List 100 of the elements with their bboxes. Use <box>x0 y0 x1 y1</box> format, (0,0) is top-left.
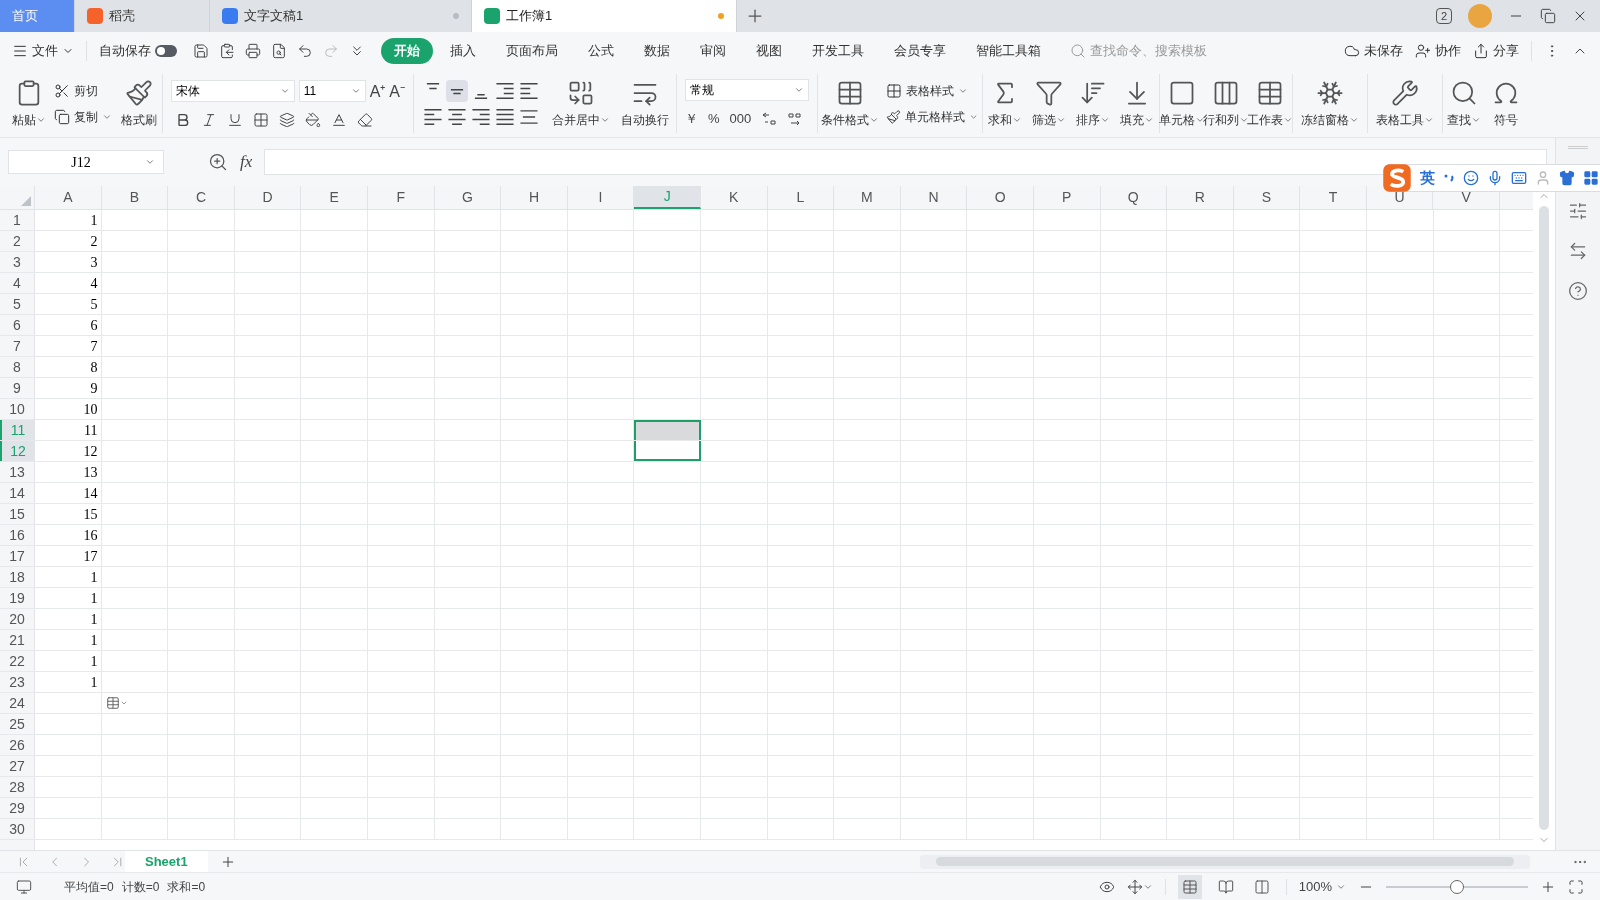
help-icon[interactable] <box>1568 281 1588 301</box>
row-header[interactable]: 28 <box>0 777 35 797</box>
row-header[interactable]: 5 <box>0 294 35 314</box>
table-cell[interactable]: 13 <box>35 462 102 482</box>
ribbon-tool-button[interactable]: 工作表 <box>1248 70 1292 137</box>
row-header[interactable]: 20 <box>0 609 35 629</box>
column-header[interactable]: H <box>501 186 568 209</box>
punctuation-icon[interactable] <box>1443 172 1455 184</box>
bold-icon[interactable] <box>175 111 191 128</box>
zoom-slider-thumb[interactable] <box>1450 879 1464 894</box>
column-header[interactable]: R <box>1167 186 1234 209</box>
function-button[interactable]: fx <box>240 149 253 175</box>
row-header[interactable]: 19 <box>0 588 35 608</box>
fullscreen-icon[interactable] <box>1568 878 1584 895</box>
undo-icon[interactable] <box>297 43 313 59</box>
align-middle-icon[interactable] <box>446 79 468 102</box>
merge-center-button[interactable]: 合并居中 <box>548 70 614 137</box>
number-format-button[interactable]: ￥ <box>685 108 698 129</box>
row-header[interactable]: 7 <box>0 336 35 356</box>
ime-logo-icon[interactable] <box>1382 163 1412 193</box>
quick-analysis-icon[interactable] <box>105 696 128 710</box>
table-cell[interactable]: 1 <box>35 588 102 608</box>
microphone-icon[interactable] <box>1487 170 1503 186</box>
column-header[interactable]: T <box>1300 186 1367 209</box>
header-action[interactable]: 分享 <box>1473 41 1519 61</box>
name-box[interactable]: J12 <box>8 150 164 174</box>
column-header[interactable]: E <box>301 186 368 209</box>
shirt-icon[interactable] <box>1559 170 1575 186</box>
ribbon-tool-button[interactable]: 冻结窗格 <box>1293 70 1367 137</box>
table-cell[interactable]: 6 <box>35 315 102 335</box>
zoom-select[interactable]: 100% <box>1298 876 1346 897</box>
emoji-icon[interactable] <box>1463 170 1479 186</box>
font-size-step-button[interactable]: A⁺ <box>369 79 386 104</box>
column-header[interactable]: B <box>101 186 169 209</box>
row-header[interactable]: 18 <box>0 567 35 587</box>
row-header[interactable]: 4 <box>0 273 35 293</box>
table-cell[interactable]: 2 <box>35 231 102 251</box>
column-header[interactable]: C <box>168 186 235 209</box>
column-header[interactable]: D <box>234 186 302 209</box>
ribbon-tab[interactable]: 智能工具箱 <box>963 38 1054 64</box>
table-cell[interactable]: 10 <box>35 399 102 419</box>
font-select[interactable]: 宋体 <box>171 79 295 102</box>
ribbon-tab[interactable]: 数据 <box>631 38 683 64</box>
table-cell[interactable]: 5 <box>35 294 102 314</box>
font-color-icon[interactable] <box>331 111 347 128</box>
paste-button[interactable]: 粘贴 <box>8 70 50 137</box>
row-header[interactable]: 6 <box>0 315 35 335</box>
print-preview-icon[interactable] <box>271 43 287 59</box>
row-header[interactable]: 24 <box>0 693 35 713</box>
table-cell[interactable]: 17 <box>35 546 102 566</box>
table-cell[interactable]: 8 <box>35 357 102 377</box>
decrease-decimal-icon[interactable] <box>787 110 804 127</box>
table-cell[interactable]: 7 <box>35 336 102 356</box>
document-tab[interactable]: 工作簿1 <box>472 0 737 32</box>
settings-sliders-icon[interactable] <box>1568 201 1588 221</box>
ribbon-tab[interactable]: 页面布局 <box>493 38 571 64</box>
ribbon-tool-button[interactable]: 求和 <box>983 70 1027 137</box>
column-header[interactable]: L <box>767 186 835 209</box>
ribbon-tab[interactable]: 视图 <box>743 38 795 64</box>
column-header[interactable]: M <box>834 186 901 209</box>
save-icon[interactable] <box>193 43 209 59</box>
row-header[interactable]: 21 <box>0 630 35 650</box>
table-cell[interactable]: 4 <box>35 273 102 293</box>
ribbon-tool-button[interactable]: 查找 <box>1443 70 1485 137</box>
conditional-format-button[interactable]: 条件格式 <box>818 70 882 137</box>
italic-icon[interactable] <box>201 111 217 128</box>
copy-button[interactable]: 复制 <box>54 107 116 126</box>
column-header[interactable]: K <box>700 186 768 209</box>
column-header[interactable]: P <box>1033 186 1101 209</box>
table-style-button[interactable]: 表格样式 <box>886 81 978 100</box>
row-header[interactable]: 14 <box>0 483 35 503</box>
ribbon-tool-button[interactable]: 行和列 <box>1204 70 1248 137</box>
window-count-badge[interactable]: 2 <box>1435 8 1452 24</box>
table-cell[interactable]: 1 <box>35 672 102 692</box>
autosave-toggle[interactable] <box>155 45 177 57</box>
row-header[interactable]: 15 <box>0 504 35 524</box>
row-header[interactable]: 26 <box>0 735 35 755</box>
ribbon-tool-button[interactable]: 单元格 <box>1160 70 1204 137</box>
table-cell[interactable]: 14 <box>35 483 102 503</box>
table-cell[interactable]: 15 <box>35 504 102 524</box>
swap-icon[interactable] <box>1568 241 1588 261</box>
ribbon-tool-button[interactable]: 排序 <box>1071 70 1115 137</box>
column-header[interactable]: O <box>967 186 1034 209</box>
row-header[interactable]: 2 <box>0 231 35 251</box>
ribbon-tab[interactable]: 审阅 <box>687 38 739 64</box>
ribbon-tool-button[interactable]: 表格工具 <box>1368 70 1442 137</box>
row-header[interactable]: 13 <box>0 462 35 482</box>
keyboard-icon[interactable] <box>1511 170 1527 186</box>
borders-icon[interactable] <box>253 111 269 128</box>
row-header[interactable]: 30 <box>0 819 35 839</box>
view-button[interactable] <box>1177 874 1202 899</box>
row-header[interactable]: 23 <box>0 672 35 692</box>
ribbon-tab[interactable]: 会员专享 <box>881 38 959 64</box>
wrap-text-button[interactable]: 自动换行 <box>614 70 676 137</box>
ribbon-tab[interactable]: 插入 <box>437 38 489 64</box>
restore-icon[interactable] <box>1540 8 1556 24</box>
number-format-button[interactable]: 000 <box>729 108 752 129</box>
print-icon[interactable] <box>245 43 261 59</box>
column-header[interactable]: Q <box>1100 186 1168 209</box>
font-size-select[interactable]: 11 <box>298 79 366 102</box>
